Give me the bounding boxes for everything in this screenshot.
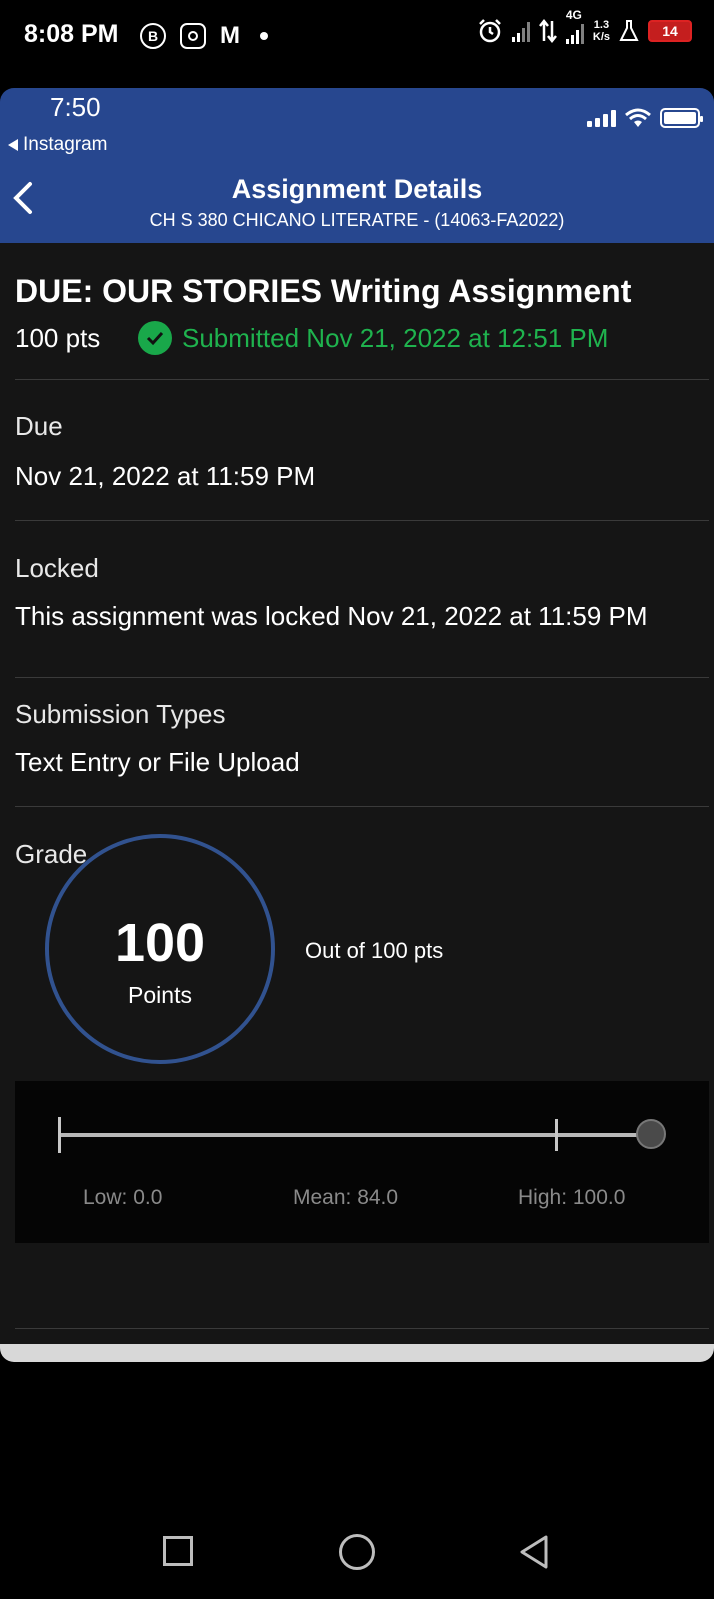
divider xyxy=(15,806,709,807)
divider xyxy=(15,1328,709,1329)
back-app-label: Instagram xyxy=(23,134,108,155)
more-notifications-dot-icon xyxy=(260,32,268,40)
assignment-points: 100 pts xyxy=(15,323,101,353)
check-circle-icon xyxy=(138,321,172,355)
mean-tick xyxy=(555,1119,559,1151)
signal-2-icon: 4G xyxy=(565,8,584,44)
submitted-text: Submitted Nov 21, 2022 at 12:51 PM xyxy=(182,322,609,353)
system-icons: 4G 1.3 K/s 14 xyxy=(477,8,692,44)
divider xyxy=(15,379,709,380)
score-marker xyxy=(636,1119,666,1149)
android-status-bar: 8:08 PM B M 4G 1.3 K/s 14 xyxy=(0,0,714,72)
low-tick xyxy=(58,1117,61,1153)
wifi-icon xyxy=(625,108,651,127)
grade-out-of: Out of 100 pts xyxy=(305,938,444,963)
signal-1-icon xyxy=(511,20,530,42)
submission-types-label: Submission Types xyxy=(15,699,226,729)
divider xyxy=(15,520,709,521)
android-nav-bar xyxy=(0,1500,714,1599)
notification-icons: B M xyxy=(140,22,268,50)
back-to-app-link[interactable]: Instagram xyxy=(8,134,107,156)
course-subtitle: CH S 380 CHICANO LITERATRE - (14063-FA20… xyxy=(149,210,565,230)
low-stat: Low: 0.0 xyxy=(83,1186,163,1209)
net-speed: 1.3 K/s xyxy=(592,19,610,43)
back-button[interactable] xyxy=(518,1534,552,1570)
grade-ring: 100 Points xyxy=(45,834,275,1064)
ios-status-icons xyxy=(587,108,703,128)
stats-track xyxy=(59,1133,651,1137)
flask-icon xyxy=(619,20,639,41)
high-stat: High: 100.0 xyxy=(518,1186,626,1209)
b-icon: B xyxy=(140,23,166,49)
battery-icon: 14 xyxy=(648,20,692,42)
due-value: Nov 21, 2022 at 11:59 PM xyxy=(15,461,316,491)
grade-label: Grade xyxy=(15,839,88,869)
header-bar: 7:50 Instagram Assignment Details CH S 3… xyxy=(0,88,714,243)
grade-score: 100 xyxy=(114,913,206,973)
ios-time: 7:50 xyxy=(50,92,101,122)
grade-unit: Points xyxy=(128,982,192,1008)
ios-battery-icon xyxy=(660,108,703,128)
submission-types-value: Text Entry or File Upload xyxy=(15,747,300,777)
due-label: Due xyxy=(15,411,63,441)
gmail-icon: M xyxy=(220,22,240,49)
divider xyxy=(15,677,709,678)
instagram-icon xyxy=(180,23,206,49)
data-arrows-icon xyxy=(538,19,557,43)
home-button[interactable] xyxy=(339,1534,375,1570)
assignment-title: DUE: OUR STORIES Writing Assignment xyxy=(15,273,632,309)
grade-statistics: Low: 0.0 Mean: 84.0 High: 100.0 xyxy=(15,1081,709,1243)
back-triangle-icon xyxy=(8,139,18,151)
ios-signal-icon xyxy=(587,109,616,127)
recents-button[interactable] xyxy=(163,1536,193,1566)
alarm-icon xyxy=(478,19,501,43)
locked-label: Locked xyxy=(15,553,99,583)
submission-status: Submitted Nov 21, 2022 at 12:51 PM xyxy=(138,321,608,355)
screenshot-bottom-edge xyxy=(0,1344,714,1362)
page-title: Assignment Details xyxy=(231,174,483,204)
status-time: 8:08 PM xyxy=(24,20,119,48)
mean-stat: Mean: 84.0 xyxy=(293,1186,399,1209)
app-screenshot: 7:50 Instagram Assignment Details CH S 3… xyxy=(0,88,714,1362)
locked-value: This assignment was locked Nov 21, 2022 … xyxy=(15,601,648,631)
